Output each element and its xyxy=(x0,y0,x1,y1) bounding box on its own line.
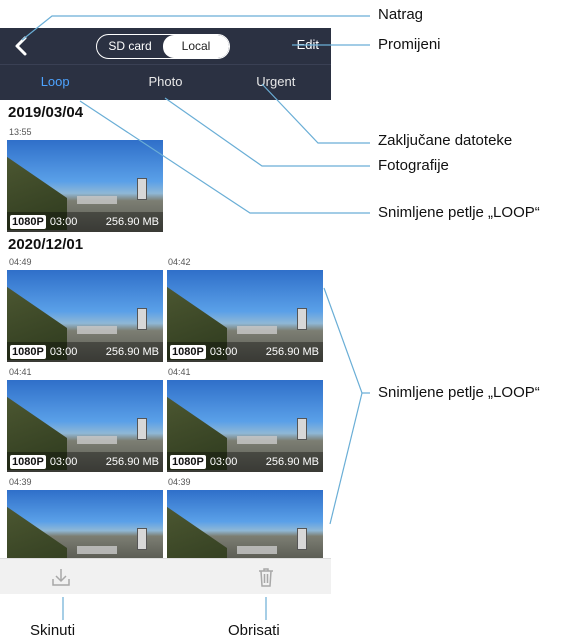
annotation-photo: Fotografije xyxy=(378,157,449,174)
local-option[interactable]: Local xyxy=(163,35,229,58)
resolution-badge: 1080P xyxy=(10,345,46,359)
video-thumbnail[interactable] xyxy=(167,490,323,560)
tab-urgent[interactable]: Urgent xyxy=(221,65,331,100)
annotation-urgent: Zaključane datoteke xyxy=(378,132,513,149)
video-thumbnail[interactable]: 1080P 03:00 256.90 MB xyxy=(7,140,163,232)
duration-label: 03:00 xyxy=(49,456,78,468)
download-button[interactable] xyxy=(50,566,72,588)
date-header: 2020/12/01 xyxy=(8,236,84,253)
duration-label: 03:00 xyxy=(49,216,78,228)
file-size-label: 256.90 MB xyxy=(105,346,159,358)
video-info-bar: 1080P 03:00 256.90 MB xyxy=(7,212,163,232)
source-toggle: SD card Local xyxy=(96,34,230,59)
tab-loop[interactable]: Loop xyxy=(0,65,110,100)
edit-button[interactable]: Edit xyxy=(297,37,319,52)
file-size-label: 256.90 MB xyxy=(265,346,319,358)
download-icon xyxy=(52,569,70,586)
delete-button[interactable] xyxy=(256,566,276,588)
duration-label: 03:00 xyxy=(209,346,238,358)
video-thumbnail[interactable]: 1080P 03:00 256.90 MB xyxy=(7,270,163,362)
duration-label: 03:00 xyxy=(49,346,78,358)
annotation-delete: Obrisati xyxy=(228,622,280,639)
resolution-badge: 1080P xyxy=(170,455,206,469)
video-thumbnail[interactable]: 1080P 03:00 256.90 MB xyxy=(7,380,163,472)
video-time: 04:39 xyxy=(168,477,191,487)
video-time: 04:41 xyxy=(168,367,191,377)
video-info-bar: 1080P 03:00 256.90 MB xyxy=(7,342,163,362)
resolution-badge: 1080P xyxy=(170,345,206,359)
resolution-badge: 1080P xyxy=(10,215,46,229)
annotation-edit: Promijeni xyxy=(378,36,441,53)
annotation-download: Skinuti xyxy=(30,622,76,639)
back-arrow-icon xyxy=(15,36,27,56)
file-size-label: 256.90 MB xyxy=(105,456,159,468)
video-info-bar: 1080P 03:00 256.90 MB xyxy=(167,452,323,472)
annotation-loop-tab: Snimljene petlje „LOOP“ xyxy=(378,204,540,221)
trash-icon xyxy=(259,568,273,587)
video-info-bar: 1080P 03:00 256.90 MB xyxy=(7,452,163,472)
duration-label: 03:00 xyxy=(209,456,238,468)
annotation-loop-videos: Snimljene petlje „LOOP“ xyxy=(378,384,540,401)
resolution-badge: 1080P xyxy=(10,455,46,469)
video-time: 04:41 xyxy=(9,367,32,377)
sd-card-option[interactable]: SD card xyxy=(97,35,163,58)
video-info-bar: 1080P 03:00 256.90 MB xyxy=(167,342,323,362)
tab-photo[interactable]: Photo xyxy=(110,65,220,100)
app-screen: SD card Local Edit Loop Photo Urgent 201… xyxy=(0,28,331,594)
video-thumbnail[interactable] xyxy=(7,490,163,560)
video-time: 13:55 xyxy=(9,127,32,137)
date-header: 2019/03/04 xyxy=(8,104,84,121)
video-time: 04:39 xyxy=(9,477,32,487)
category-tabs: Loop Photo Urgent xyxy=(0,64,331,100)
bottom-toolbar xyxy=(0,558,331,594)
file-size-label: 256.90 MB xyxy=(265,456,319,468)
video-time: 04:42 xyxy=(168,257,191,267)
back-button[interactable] xyxy=(10,34,34,58)
top-bar: SD card Local Edit xyxy=(0,28,331,64)
video-thumbnail[interactable]: 1080P 03:00 256.90 MB xyxy=(167,270,323,362)
file-size-label: 256.90 MB xyxy=(105,216,159,228)
video-time: 04:49 xyxy=(9,257,32,267)
video-thumbnail[interactable]: 1080P 03:00 256.90 MB xyxy=(167,380,323,472)
annotation-back: Natrag xyxy=(378,6,424,23)
